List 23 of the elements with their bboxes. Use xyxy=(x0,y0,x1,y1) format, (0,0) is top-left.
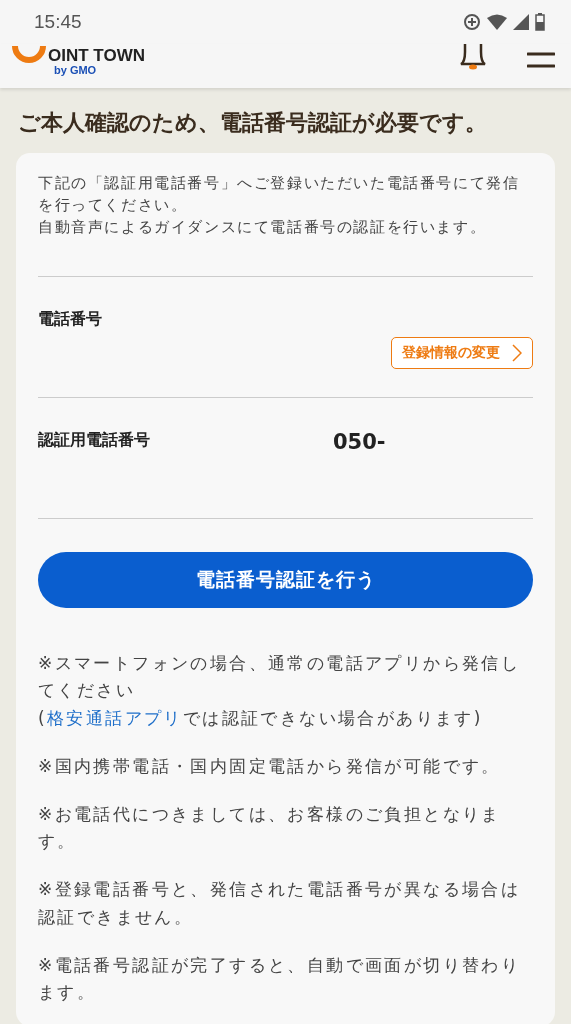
logo-text: OINT TOWN xyxy=(48,47,145,64)
note-text: ※国内携帯電話・国内固定電話から発信が可能です。 xyxy=(38,754,502,778)
intro-text: 自動音声によるガイダンスにて電話番号の認証を行います。 xyxy=(38,217,488,237)
page-title: ご本人確認のため、電話番号認証が必要です。 xyxy=(17,109,488,137)
bell-icon[interactable] xyxy=(459,44,487,70)
note-text: ※電話番号認証が完了すると、自動で画面が切り替わります。 xyxy=(38,953,522,1004)
note-text: (格安通話アプリ では認証できない場合があります) xyxy=(38,706,484,730)
note-text: ※お電話代につきましては、お客様のご負担となります。 xyxy=(38,803,502,854)
app-link[interactable]: 格安通話アプリ xyxy=(47,707,183,728)
field-label: 認証用電話番号 xyxy=(38,430,150,452)
phone-number: 050- xyxy=(333,430,387,455)
status-time: 15:45 xyxy=(34,11,82,33)
note-text: ※登録電話番号と、発信された電話番号が異なる場合は認証できません。 xyxy=(38,878,522,929)
signal-icon xyxy=(513,14,529,30)
verify-button[interactable]: 電話番号認証を行う xyxy=(38,552,533,609)
logo-subtitle: by GMO xyxy=(54,64,98,76)
intro-text: 下記の「認証用電話番号」へご登録いただいた電話番号にて発信を行ってください。 xyxy=(38,174,521,215)
battery-icon xyxy=(535,13,545,31)
chevron-right-icon xyxy=(512,344,522,363)
field-label: 電話番号 xyxy=(38,309,102,331)
menu-icon[interactable] xyxy=(527,52,555,68)
edit-info-button[interactable]: 登録情報の変更 xyxy=(391,337,533,370)
note-text: ※スマートフォンの場合、通常の電話アプリから発信してください xyxy=(38,652,522,703)
